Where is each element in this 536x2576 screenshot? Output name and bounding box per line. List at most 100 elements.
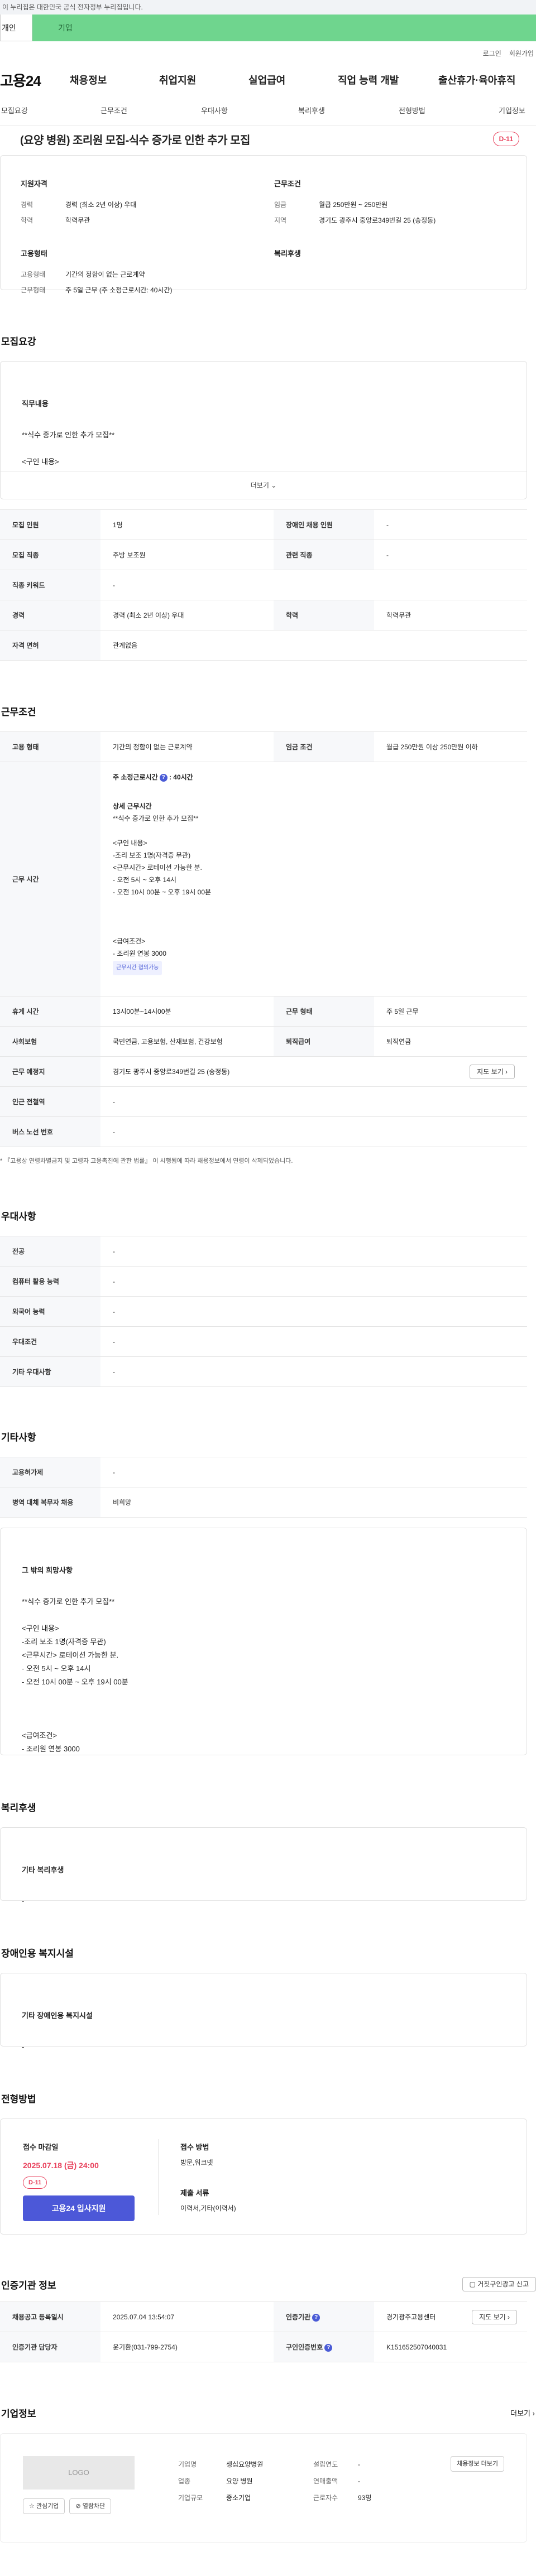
table-header-cell: 인증기관 담당자 xyxy=(0,2332,100,2362)
apply-button[interactable]: 고용24 입사지원 xyxy=(23,2195,135,2221)
etc-wish-head: 그 밖의 희망사항 xyxy=(22,1566,73,1575)
section-nav-pref[interactable]: 우대사항 xyxy=(201,105,228,115)
table-cell: 퇴직연금 xyxy=(374,1026,527,1057)
etc-wish-text: **식수 증가로 인한 추가 모집** <구인 내용> -조리 보조 1명(자격… xyxy=(22,1597,128,1753)
company-logo: LOGO xyxy=(23,2456,135,2490)
table-row: 병역 대체 복무자 채용 비희망 xyxy=(0,1487,527,1518)
kv-value: 중소기업 xyxy=(226,2494,251,2502)
utility-menu: 로그인 회원가입 xyxy=(0,41,536,65)
table-cell: 1명 xyxy=(100,509,274,540)
signup-link[interactable]: 회원가입 xyxy=(509,49,534,58)
global-nav: 고용24 채용정보 취업지원 실업급여 직업 능력 개발 출산휴가·육아휴직 xyxy=(0,65,536,95)
job-description-card: 직무내용 **식수 증가로 인한 추가 모집** <구인 내용> - 조리 보조… xyxy=(0,361,527,499)
pref-table: 전공 - 컴퓨터 활용 능력 - 외국어 능력 - 우대조건 - 기타 우대사항 - xyxy=(0,1236,527,1387)
help-icon[interactable]: ? xyxy=(159,773,168,782)
facility-body: 기타 장애인용 복지시설 - xyxy=(1,1973,527,2078)
chevron-right-icon: › xyxy=(505,1067,508,1076)
table-cell: - xyxy=(100,1296,527,1327)
header-label: 구인인증번호 xyxy=(286,2343,323,2351)
kv-value: 월급 250만원 ~ 250만원 xyxy=(319,201,388,209)
agency-map-button[interactable]: 지도 보기 › xyxy=(472,2309,517,2324)
table-cell: - xyxy=(100,1356,527,1387)
work-place-cell: 경기도 광주시 중앙로349번길 25 (송정동) 지도 보기 › xyxy=(100,1056,527,1087)
table-cell: 윤기환(031-799-2754) xyxy=(100,2332,274,2362)
gnb-item-unemployment-benefit[interactable]: 실업급여 xyxy=(248,73,338,87)
company-logo-block: LOGO ☆ 관심기업 ⊘ 열람차단 xyxy=(23,2456,135,2514)
table-cell: - xyxy=(100,570,527,600)
kv-label: 경력 xyxy=(21,201,34,209)
table-cell: 비희망 xyxy=(100,1487,527,1518)
job-title-row: (요양 병원) 조리원 모집-식수 증가로 인한 추가 모집 D-11 xyxy=(0,126,536,152)
kv-label: 기업명 xyxy=(178,2461,197,2468)
chevron-right-icon: › xyxy=(532,2409,535,2418)
kv-value: - xyxy=(358,2477,360,2485)
summary-qual-row: 학력 학력무관 xyxy=(21,214,244,227)
table-header-cell: 관련 직종 xyxy=(274,540,374,570)
table-row: 근무 예정지 경기도 광주시 중앙로349번길 25 (송정동) 지도 보기 › xyxy=(0,1056,527,1087)
method-head: 접수 방법 xyxy=(180,2143,209,2151)
tab-corporate[interactable]: 기업 xyxy=(32,15,536,41)
tab-individual[interactable]: 개인 xyxy=(0,15,32,41)
kv-label: 고용형태 xyxy=(21,271,46,278)
gnb-item-employment-support[interactable]: 취업지원 xyxy=(159,73,248,87)
work-hours-cell: 주 소정근로시간? : 40시간 상세 근무시간 **식수 증가로 인한 추가 … xyxy=(100,762,527,996)
table-row: 고용허가제 - xyxy=(0,1457,527,1487)
login-link[interactable]: 로그인 xyxy=(483,49,501,58)
table-cell: - xyxy=(374,540,527,570)
section-nav-welfare[interactable]: 복리후생 xyxy=(298,105,325,115)
section-nav-recruit[interactable]: 모집요강 xyxy=(1,105,28,115)
section-nav-company[interactable]: 기업정보 xyxy=(499,105,525,115)
pref-section-title: 우대사항 xyxy=(1,1211,36,1222)
recruit-table: 모집 인원 1명 장애인 채용 인원 - 모집 직종 주방 보조원 관련 직종 … xyxy=(0,509,527,661)
help-icon[interactable]: ? xyxy=(324,2343,333,2352)
help-icon[interactable]: ? xyxy=(312,2313,320,2322)
show-more-button[interactable]: 더보기 ⌄ xyxy=(1,471,527,499)
gov-notice-text: 이 누리집은 대한민국 공식 전자정부 누리집입니다. xyxy=(2,3,143,11)
etc-wish-body: 그 밖의 희망사항 **식수 증가로 인한 추가 모집** <구인 내용> -조… xyxy=(1,1528,527,1780)
method-block: 접수 방법 방문,워크넷 제출 서류 이력서,기타(이력서) xyxy=(180,2141,404,2213)
table-cell: 기간의 정함이 없는 근로계약 xyxy=(100,731,274,762)
favorite-company-button[interactable]: ☆ 관심기업 xyxy=(23,2498,65,2514)
company-card: LOGO ☆ 관심기업 ⊘ 열람차단 기업명 생심요양병원 업종 요양 병원 기업규… xyxy=(0,2433,527,2543)
table-header-cell: 외국어 능력 xyxy=(0,1296,100,1327)
summary-qual-head: 지원자격 xyxy=(21,180,47,188)
site-logo[interactable]: 고용24 xyxy=(0,70,70,90)
table-header-cell: 임금 조건 xyxy=(274,731,374,762)
work-table: 고용 형태 기간의 정함이 없는 근로계약 임금 조건 월급 250만원 이상 … xyxy=(0,731,527,1147)
etc-table: 고용허가제 - 병역 대체 복무자 채용 비희망 xyxy=(0,1457,527,1518)
company-info-row: 설립연도 - xyxy=(313,2456,371,2473)
table-cell: 2025.07.04 13:54:07 xyxy=(100,2301,274,2332)
map-button[interactable]: 지도 보기 › xyxy=(470,1064,515,1079)
map-button-label: 지도 보기 xyxy=(477,1067,504,1076)
table-cell: - xyxy=(100,1457,527,1487)
company-more-label: 더보기 xyxy=(510,2409,531,2418)
age-law-note: * 『고용상 연령차별금지 및 고령자 고용촉진에 관한 법률』 이 시행됨에 … xyxy=(0,1158,293,1164)
company-jobs-button[interactable]: 채용정보 더보기 xyxy=(451,2456,504,2472)
company-more-link[interactable]: 더보기 › xyxy=(510,2408,535,2418)
section-nav-work[interactable]: 근무조건 xyxy=(100,105,127,115)
report-fake-ad-button[interactable]: ▢ 거짓구인광고 신고 xyxy=(462,2277,536,2291)
summary-cond-row: 임금 월급 250만원 ~ 250만원 xyxy=(274,199,514,211)
table-header-cell: 고용 형태 xyxy=(0,731,100,762)
summary-cond-row: 지역 경기도 광주시 중앙로349번길 25 (송정동) xyxy=(274,214,514,227)
section-nav-process[interactable]: 전형방법 xyxy=(399,105,425,115)
docs-text: 이력서,기타(이력서) xyxy=(180,2204,236,2212)
welfare-body: 기타 복리후생 - xyxy=(1,1828,527,1933)
gnb-item-parental-leave[interactable]: 출산휴가·육아휴직 xyxy=(438,73,522,87)
table-row: 모집 인원 1명 장애인 채용 인원 - xyxy=(0,509,527,540)
page-bottom-spacer xyxy=(0,2543,536,2576)
kv-value: 93명 xyxy=(358,2494,372,2502)
table-cell: 주 5일 근무 xyxy=(374,996,527,1027)
table-cell: 국민연금, 고용보험, 산재보험, 건강보험 xyxy=(100,1026,274,1057)
block-company-button[interactable]: ⊘ 열람차단 xyxy=(69,2498,112,2514)
table-cell: 관계없음 xyxy=(100,630,527,661)
table-header-cell: 채용공고 등록일시 xyxy=(0,2301,100,2332)
map-button-label: 지도 보기 xyxy=(479,2313,506,2321)
gnb-item-job-training[interactable]: 직업 능력 개발 xyxy=(338,73,438,87)
process-card: 접수 마감일 2025.07.18 (금) 24:00 D-11 고용24 입사… xyxy=(0,2118,527,2235)
recruit-section-title: 모집요강 xyxy=(1,336,36,347)
gnb-item-jobs[interactable]: 채용정보 xyxy=(70,73,159,87)
deadline-block: 접수 마감일 2025.07.18 (금) 24:00 D-11 고용24 입사… xyxy=(23,2141,157,2221)
table-row: 기타 우대사항 - xyxy=(0,1356,527,1387)
table-row: 경력 경력 (최소 2년 이상) 우대 학력 학력무관 xyxy=(0,600,527,630)
